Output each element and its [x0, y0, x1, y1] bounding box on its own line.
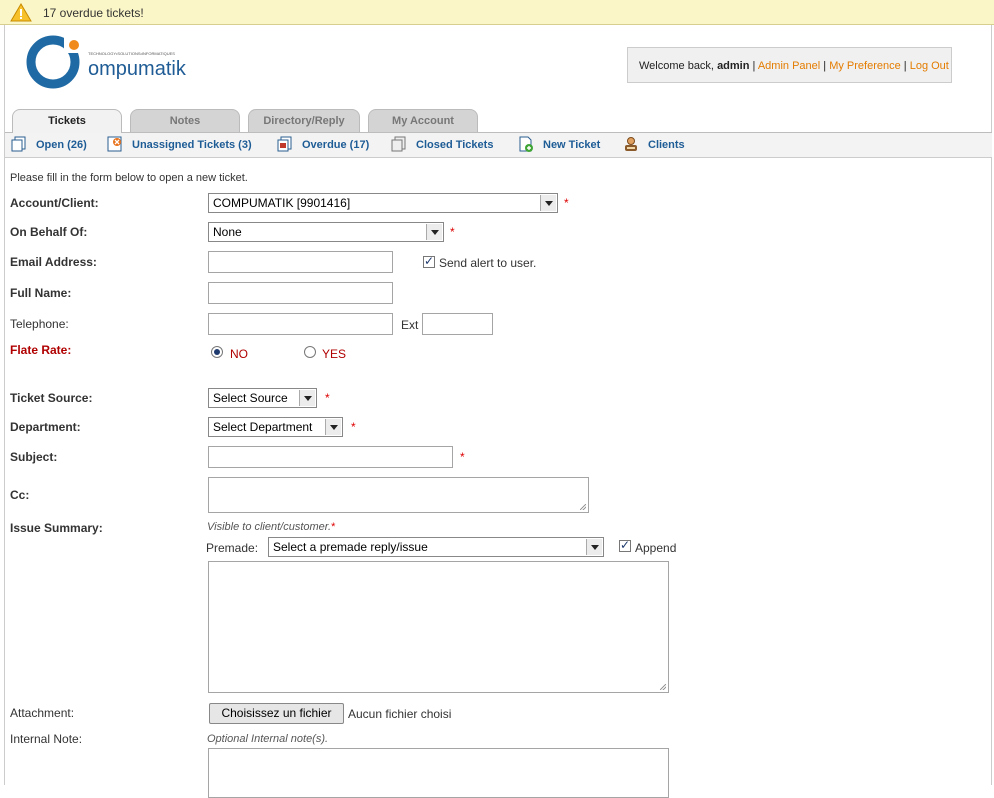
- tab-notes[interactable]: Notes: [130, 109, 240, 132]
- chevron-down-icon: [299, 390, 315, 406]
- alert-text: 17 overdue tickets!: [43, 6, 144, 20]
- flate-rate-label: Flate Rate:: [10, 343, 72, 357]
- flate-yes-radio[interactable]: [304, 346, 316, 358]
- compumatik-logo[interactable]: ompumatik TECHNOLOGY•SOLUTIONS•INFORMATI…: [26, 31, 211, 95]
- form-intro: Please fill in the form below to open a …: [10, 172, 248, 184]
- chevron-down-icon: [426, 224, 442, 240]
- ext-label: Ext: [401, 318, 419, 332]
- source-label: Ticket Source:: [10, 391, 93, 405]
- tab-tickets[interactable]: Tickets: [12, 109, 122, 134]
- chevron-down-icon: [586, 539, 602, 555]
- required-mark: *: [450, 225, 455, 239]
- new-ticket-icon: [519, 136, 533, 152]
- issue-hint: Visible to client/customer.*: [207, 521, 336, 533]
- choose-file-button[interactable]: Choisissez un fichier: [209, 703, 344, 724]
- file-status: Aucun fichier choisi: [348, 707, 452, 721]
- welcome-text: Welcome back,: [639, 60, 714, 72]
- send-alert-checkbox[interactable]: [423, 254, 435, 268]
- svg-text:ompumatik: ompumatik: [88, 58, 187, 80]
- account-select[interactable]: COMPUMATIK [9901416]: [208, 193, 558, 213]
- tab-directory-reply[interactable]: Directory/Reply: [248, 109, 360, 132]
- user-name: admin: [717, 60, 750, 72]
- unassigned-tickets-icon: [107, 136, 122, 152]
- overdue-tickets-icon: [277, 136, 292, 152]
- subject-label: Subject:: [10, 450, 58, 464]
- fullname-label: Full Name:: [10, 286, 72, 300]
- department-label: Department:: [10, 420, 81, 434]
- cc-label: Cc:: [10, 488, 30, 502]
- flate-no-radio[interactable]: [211, 346, 223, 358]
- clients-icon: [625, 137, 637, 151]
- user-box: Welcome back, admin | Admin Panel | My P…: [627, 47, 952, 83]
- premade-select[interactable]: Select a premade reply/issue: [268, 537, 604, 557]
- append-label: Append: [635, 541, 677, 555]
- required-mark: *: [460, 450, 465, 464]
- my-preference-link[interactable]: My Preference: [829, 60, 901, 72]
- account-label: Account/Client:: [10, 196, 99, 210]
- internal-note-textarea[interactable]: [208, 748, 669, 798]
- open-tickets-icon: [11, 136, 26, 152]
- behalf-select[interactable]: None: [208, 222, 444, 242]
- internal-note-hint: Optional Internal note(s).: [207, 733, 329, 745]
- svg-text:TECHNOLOGY•SOLUTIONS•INFORMATI: TECHNOLOGY•SOLUTIONS•INFORMATIQUES: [88, 51, 175, 56]
- closed-tickets-icon: [391, 136, 406, 152]
- required-mark: *: [351, 420, 356, 434]
- issue-summary-label: Issue Summary:: [10, 521, 103, 535]
- flate-yes-label: YES: [322, 347, 347, 361]
- log-out-link[interactable]: Log Out: [910, 60, 949, 72]
- subject-field[interactable]: [208, 446, 453, 468]
- ext-field[interactable]: [422, 313, 493, 335]
- chevron-down-icon: [540, 195, 556, 211]
- email-field[interactable]: [208, 251, 393, 273]
- internal-note-label: Internal Note:: [10, 732, 83, 746]
- behalf-label: On Behalf Of:: [10, 225, 88, 239]
- required-mark: *: [564, 196, 569, 210]
- main-tabs: Tickets Notes Directory/Reply My Account: [5, 108, 992, 134]
- ticket-subnav: Open (26) Unassigned Tickets (3) Overdue…: [5, 133, 992, 158]
- telephone-field[interactable]: [208, 313, 393, 335]
- admin-panel-link[interactable]: Admin Panel: [758, 60, 820, 72]
- chevron-down-icon: [325, 419, 341, 435]
- append-checkbox[interactable]: [619, 538, 631, 552]
- send-alert-label: Send alert to user.: [439, 256, 537, 270]
- source-select[interactable]: Select Source: [208, 388, 317, 408]
- issue-summary-textarea[interactable]: [208, 561, 669, 693]
- telephone-label: Telephone:: [10, 317, 69, 331]
- cc-field[interactable]: [208, 477, 589, 513]
- resize-grip-icon[interactable]: [580, 504, 586, 510]
- fullname-field[interactable]: [208, 282, 393, 304]
- overdue-alert-bar: 17 overdue tickets!: [0, 0, 994, 25]
- flate-no-label: NO: [230, 347, 248, 361]
- email-label: Email Address:: [10, 255, 97, 269]
- attachment-label: Attachment:: [10, 706, 75, 720]
- resize-grip-icon[interactable]: [660, 684, 666, 690]
- tab-my-account[interactable]: My Account: [368, 109, 478, 132]
- premade-label: Premade:: [206, 541, 259, 555]
- warning-icon: [10, 3, 32, 22]
- required-mark: *: [325, 391, 330, 405]
- department-select[interactable]: Select Department: [208, 417, 343, 437]
